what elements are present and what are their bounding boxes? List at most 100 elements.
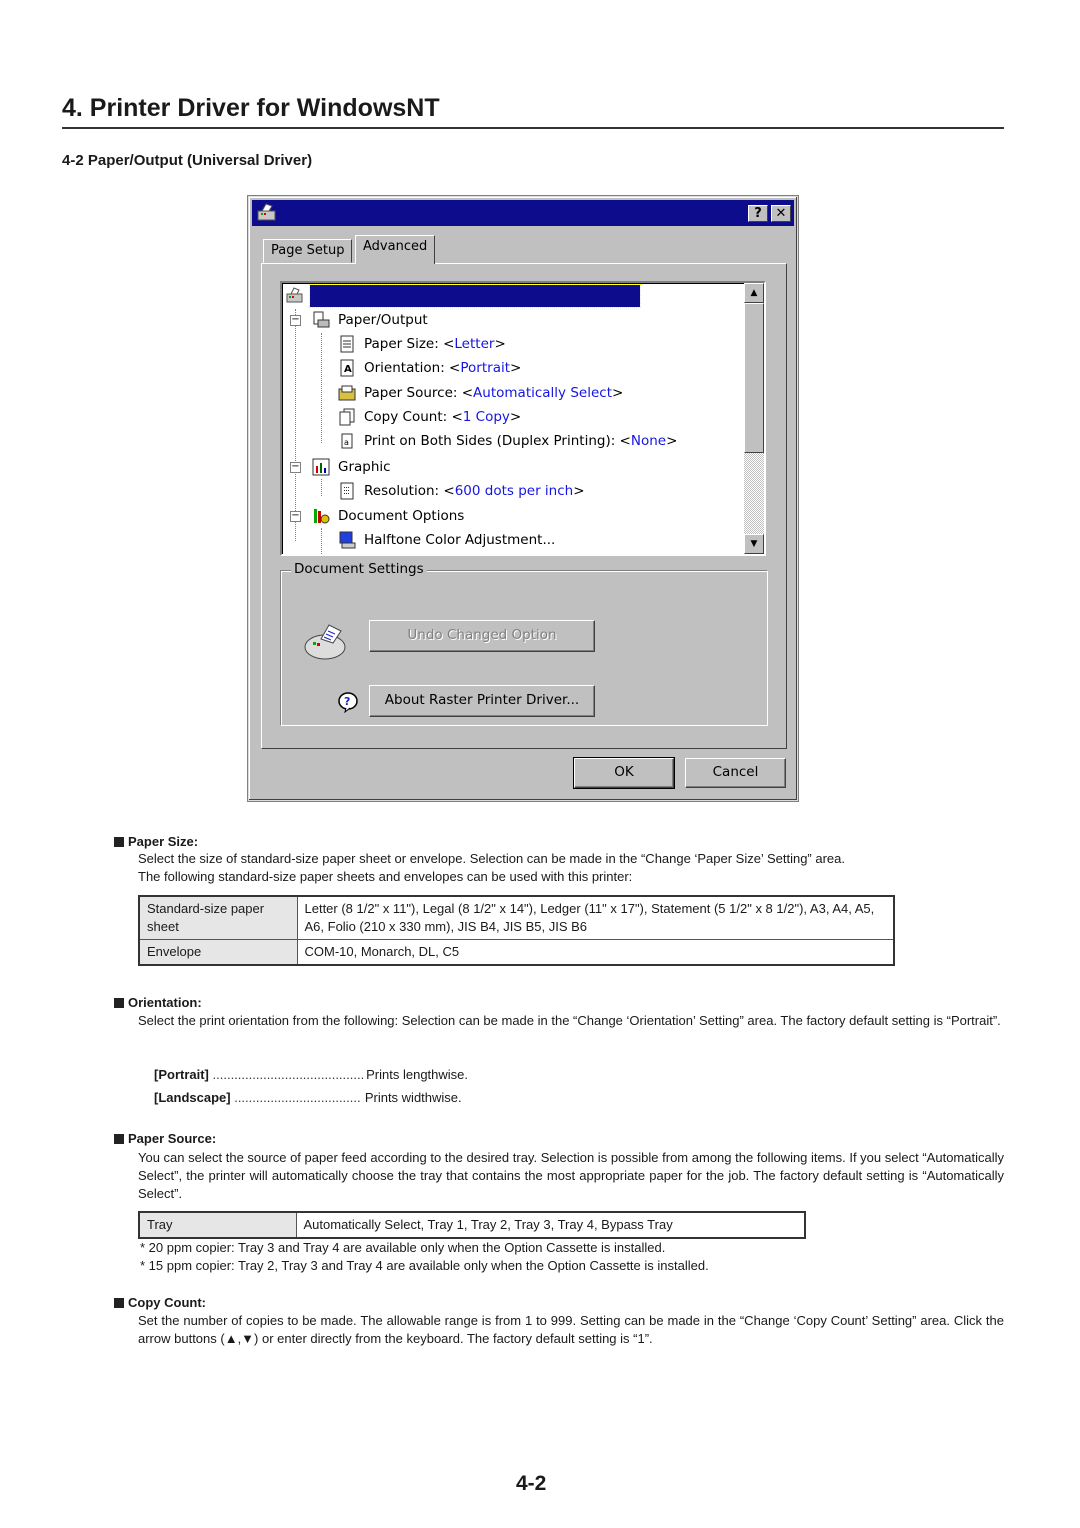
printer-root-icon	[286, 287, 303, 303]
printer-properties-dialog: ? ✕ Page Setup Advanced − − − Paper/Outp…	[248, 196, 798, 801]
tree-label: Print on Both Sides (Duplex Printing): <	[364, 433, 631, 449]
svg-text:?: ?	[344, 695, 350, 708]
leader-dots: ........................................…	[234, 1090, 361, 1105]
bullet-square-icon	[114, 1298, 124, 1308]
table-row: Tray Automatically Select, Tray 1, Tray …	[138, 1211, 806, 1239]
tree-label: Graphic	[338, 459, 391, 475]
svg-text:A: A	[344, 364, 352, 375]
tree-scrollbar[interactable]: ▲ ▼	[744, 283, 764, 554]
scroll-down-button[interactable]: ▼	[744, 534, 764, 554]
tree-item-orientation[interactable]: A Orientation: <Portrait>	[338, 357, 521, 379]
tree-value: 1 Copy	[462, 409, 510, 425]
scroll-thumb[interactable]	[744, 303, 764, 453]
heading-text: Copy Count:	[128, 1295, 206, 1310]
tree-item-halftone[interactable]: Halftone Color Adjustment...	[338, 529, 555, 551]
table-cell-values: Automatically Select, Tray 1, Tray 2, Tr…	[295, 1211, 806, 1239]
paper-source-text: You can select the source of paper feed …	[138, 1150, 1004, 1201]
tree-label: Document Options	[338, 508, 465, 524]
tree-item-resolution[interactable]: Resolution: <600 dots per inch>	[338, 480, 585, 502]
about-driver-button[interactable]: About Raster Printer Driver...	[369, 685, 595, 717]
bullet-square-icon	[114, 837, 124, 847]
tree-item-document-options[interactable]: Document Options	[312, 505, 464, 527]
halftone-icon	[339, 531, 356, 549]
page-icon	[340, 335, 354, 353]
bullet-square-icon	[114, 1134, 124, 1144]
tree-item-paper-output[interactable]: Paper/Output	[312, 309, 428, 331]
close-button[interactable]: ✕	[771, 205, 791, 222]
tree-value: Automatically Select	[473, 385, 612, 401]
copies-icon	[339, 408, 355, 426]
svg-text:a: a	[344, 438, 349, 447]
tray-icon	[338, 385, 356, 401]
orientation-icon: A	[340, 359, 354, 377]
printer-icon	[257, 203, 276, 221]
option-term: [Landscape]	[154, 1090, 231, 1105]
tree-suffix: >	[510, 360, 522, 376]
tree-suffix: >	[666, 433, 678, 449]
document-options-icon	[314, 509, 330, 524]
table-row: Standard-size paper sheet Letter (8 1/2"…	[138, 895, 895, 940]
tree-label: Halftone Color Adjustment...	[364, 532, 556, 548]
tree-item-paper-size[interactable]: Paper Size: <Letter>	[338, 333, 506, 355]
tree-item-duplex[interactable]: a Print on Both Sides (Duplex Printing):…	[338, 430, 677, 452]
table-cell-values: Letter (8 1/2" x 11"), Legal (8 1/2" x 1…	[296, 895, 895, 940]
collapse-document-options[interactable]: −	[290, 511, 301, 522]
settings-tree[interactable]: − − − Paper/Output Paper Size: <Letter> …	[280, 281, 766, 556]
paper-source-heading: Paper Source:	[114, 1131, 216, 1146]
tree-label: Paper Source: <	[364, 385, 474, 401]
tree-label: Copy Count: <	[364, 409, 463, 425]
manual-page: 4. Printer Driver for WindowsNT 4-2 Pape…	[0, 0, 1080, 1528]
tab-page-setup[interactable]: Page Setup	[263, 239, 353, 263]
tree-label: Orientation: <	[364, 360, 461, 376]
tree-value: 600 dots per inch	[454, 483, 574, 499]
paper-size-table: Standard-size paper sheet Letter (8 1/2"…	[138, 895, 895, 966]
copy-count-heading: Copy Count:	[114, 1295, 206, 1310]
collapse-graphic[interactable]: −	[290, 462, 301, 473]
document-settings-group: Document Settings Undo Changed Option ? …	[280, 561, 768, 726]
page-title: 4. Printer Driver for WindowsNT	[62, 94, 440, 122]
undo-changed-option-button[interactable]: Undo Changed Option	[369, 620, 595, 652]
tree-label: Paper/Output	[338, 312, 428, 328]
paper-output-icon	[313, 311, 330, 328]
table-cell-values: COM-10, Monarch, DL, C5	[296, 939, 895, 966]
tree-suffix: >	[611, 385, 624, 401]
bullet-square-icon	[114, 998, 124, 1008]
tree-item-copy-count[interactable]: Copy Count: <1 Copy>	[338, 406, 521, 428]
option-desc: Prints widthwise.	[364, 1090, 462, 1105]
section-title: 4-2 Paper/Output (Universal Driver)	[62, 152, 313, 169]
tree-line	[321, 333, 322, 443]
leader-dots: ........................................…	[212, 1067, 363, 1082]
copy-count-text: Set the number of copies to be made. The…	[138, 1313, 1004, 1346]
help-button[interactable]: ?	[748, 205, 768, 222]
heading-text: Orientation:	[128, 995, 202, 1010]
orientation-text: Select the print orientation from the fo…	[138, 1013, 1001, 1028]
title-rule	[62, 127, 1004, 129]
orientation-heading: Orientation:	[114, 995, 202, 1010]
tree-suffix: >	[573, 483, 585, 499]
scroll-up-button[interactable]: ▲	[744, 283, 764, 303]
tree-item-paper-source[interactable]: Paper Source: <Automatically Select>	[338, 382, 623, 404]
table-cell-type: Tray	[138, 1211, 297, 1239]
graphic-icon	[312, 458, 330, 476]
cancel-button[interactable]: Cancel	[685, 758, 786, 788]
help-balloon-icon: ?	[338, 692, 358, 713]
tree-line	[321, 528, 322, 554]
tree-value: Portrait	[460, 360, 511, 376]
table-cell-type: Envelope	[138, 939, 298, 966]
tree-label: Paper Size: <	[364, 336, 455, 352]
paper-size-text2: The following standard-size paper sheets…	[138, 869, 633, 884]
option-desc: Prints lengthwise.	[366, 1067, 469, 1082]
collapse-paper-output[interactable]: −	[290, 315, 301, 326]
paper-size-heading: Paper Size:	[114, 834, 198, 849]
paper-source-note-2: * 15 ppm copier: Tray 2, Tray 3 and Tray…	[140, 1258, 709, 1273]
tab-advanced[interactable]: Advanced	[355, 235, 436, 264]
tree-root-selected[interactable]	[309, 284, 641, 308]
duplex-icon: a	[341, 433, 353, 449]
ok-button[interactable]: OK	[573, 757, 675, 789]
tree-item-graphic[interactable]: Graphic	[312, 456, 391, 478]
tree-suffix: >	[494, 336, 506, 352]
tree-line	[295, 309, 296, 541]
paper-size-text1: Select the size of standard-size paper s…	[138, 851, 845, 866]
heading-text: Paper Source:	[128, 1131, 217, 1146]
title-bar[interactable]: ? ✕	[252, 200, 794, 226]
